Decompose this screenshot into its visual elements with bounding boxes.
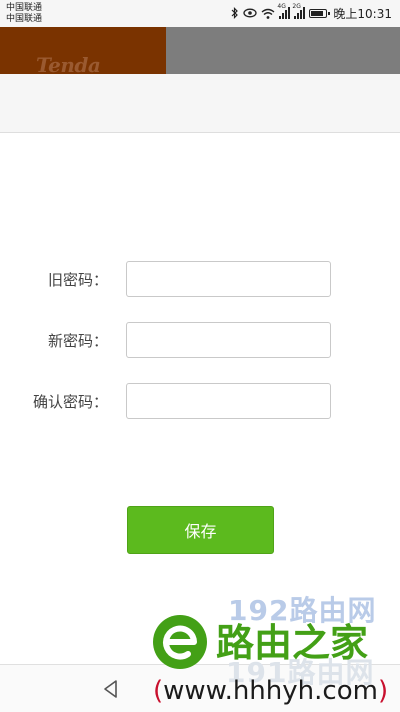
watermark-paren-close: ): [377, 676, 389, 706]
signal-strength-icon-1: 4G: [277, 3, 291, 19]
status-icons: 4G 2G 晚上10:31: [231, 3, 392, 21]
new-password-row: 新密码：: [0, 322, 400, 358]
watermark-url: (www.hhhyh.com): [153, 676, 388, 706]
confirm-password-row: 确认密码：: [0, 383, 400, 419]
network-type-1: 4G: [277, 3, 286, 10]
confirm-password-input[interactable]: [126, 383, 331, 419]
brand-logo-block: Tenda: [0, 27, 166, 77]
old-password-input[interactable]: [126, 261, 331, 297]
watermark-url-text: www.hhhyh.com: [163, 676, 378, 706]
sub-header-bar: [0, 74, 400, 133]
status-time: 晚上10:31: [333, 6, 392, 21]
bluetooth-icon: [231, 7, 239, 19]
eye-icon: [243, 8, 258, 18]
save-button[interactable]: 保存: [127, 506, 274, 554]
back-icon[interactable]: [100, 678, 122, 700]
new-password-input[interactable]: [126, 322, 331, 358]
old-password-label: 旧密码：: [47, 271, 108, 289]
old-password-row: 旧密码：: [0, 261, 400, 297]
brand-header: Tenda: [0, 27, 400, 77]
signal-strength-icon-2: 2G: [292, 3, 306, 19]
battery-icon: [309, 8, 331, 18]
network-type-2: 2G: [292, 3, 301, 10]
watermark-logo-icon: [153, 615, 207, 669]
confirm-password-label: 确认密码：: [32, 393, 108, 411]
status-bar: 中国联通 中国联通 4G 2G 晚上10:31: [0, 0, 400, 27]
wifi-icon: [261, 8, 275, 19]
new-password-label: 新密码：: [47, 332, 108, 350]
carrier-name-2: 中国联通: [6, 14, 43, 24]
carrier-name-1: 中国联通: [6, 3, 43, 13]
watermark-paren-open: (: [153, 676, 164, 706]
watermark-site-name: 路由之家: [216, 621, 369, 665]
